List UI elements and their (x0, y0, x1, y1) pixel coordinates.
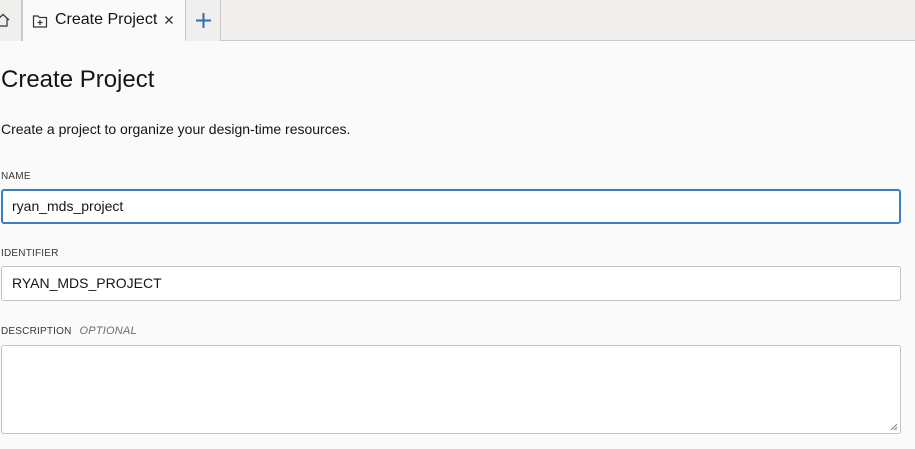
optional-label: OPTIONAL (79, 325, 137, 337)
tab-label: Create Project (55, 11, 158, 28)
identifier-input[interactable]: RYAN_MDS_PROJECT (1, 266, 901, 301)
resize-handle-icon[interactable] (889, 422, 898, 431)
identifier-label: IDENTIFIER (1, 248, 59, 259)
name-input[interactable]: ryan_mds_project (1, 189, 901, 224)
plus-icon (196, 13, 211, 28)
description-label: DESCRIPTION OPTIONAL (1, 325, 137, 337)
tab-create-project[interactable]: Create Project (22, 0, 186, 41)
tab-bar: Create Project (0, 0, 915, 41)
new-project-icon (32, 15, 48, 28)
add-tab-button[interactable] (186, 0, 221, 41)
home-icon (0, 13, 10, 27)
name-input-value: ryan_mds_project (12, 198, 124, 214)
page-title: Create Project (1, 66, 155, 93)
description-label-text: DESCRIPTION (1, 326, 72, 337)
close-icon[interactable] (162, 13, 176, 27)
identifier-input-value: RYAN_MDS_PROJECT (12, 275, 162, 291)
page-description: Create a project to organize your design… (1, 121, 351, 137)
description-textarea[interactable] (1, 345, 901, 434)
tab-home[interactable] (0, 0, 22, 41)
name-label: NAME (1, 171, 31, 182)
